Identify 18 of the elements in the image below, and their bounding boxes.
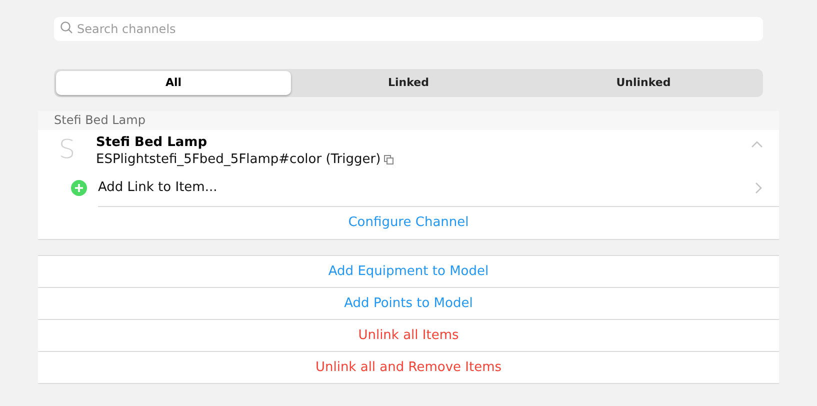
action-link[interactable]: Add Points to Model <box>344 294 473 314</box>
search-icon <box>60 21 73 34</box>
channel-title: Stefi Bed Lamp <box>96 134 208 151</box>
action-link[interactable]: Unlink all Items <box>358 326 459 346</box>
action-link[interactable]: Unlink all and Remove Items <box>315 358 502 378</box>
action-link[interactable]: Add Equipment to Model <box>328 262 489 282</box>
chevron-right-icon <box>755 182 762 194</box>
copy-icon[interactable] <box>384 154 394 164</box>
add-link-item[interactable]: Add Link to Item... <box>38 170 779 206</box>
filter-tab[interactable]: All <box>56 71 291 95</box>
filter-tab[interactable]: Unlinked <box>526 71 761 95</box>
group-header: Stefi Bed Lamp <box>38 111 779 130</box>
search-field[interactable]: Search channels <box>54 17 763 41</box>
add-link-label: Add Link to Item... <box>98 179 218 198</box>
add-icon <box>71 180 87 196</box>
channel-uid: ESPlightstefi_5Fbed_5Flamp#color (Trigger) <box>96 151 381 168</box>
filter-tab[interactable]: Linked <box>291 71 526 95</box>
configure-channel-button[interactable]: Configure Channel <box>348 213 469 233</box>
